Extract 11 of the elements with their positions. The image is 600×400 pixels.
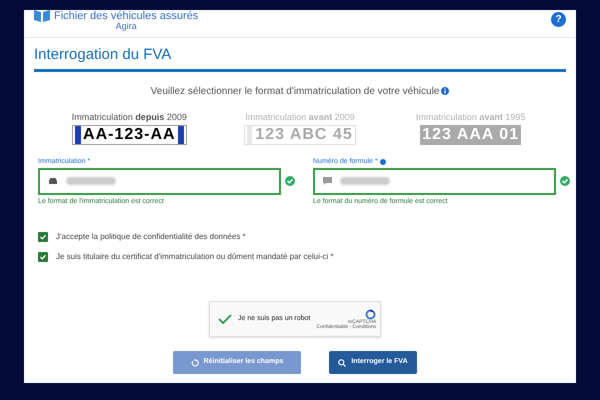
checkbox-label: Je suis titulaire du certificat d'immatriculation ou dûment mandaté par celui-ci *: [56, 251, 334, 263]
license-plate: 123 AAA 01: [420, 125, 522, 145]
license-plate: 123 ABC 45: [244, 125, 356, 145]
plate-format-option[interactable]: Immatriculation depuis 2009 AA-123-AA: [44, 110, 215, 145]
help-button[interactable]: ?: [551, 12, 566, 27]
license-plate: AA-123-AA: [72, 125, 187, 145]
section-title: Interrogation du FVA: [34, 44, 566, 72]
checkbox-label: J'accepte la politique de confidentialité des données *: [56, 231, 246, 243]
site-subtitle: Agira: [116, 22, 137, 31]
format-prompt: Veuillez sélectionner le format d'immatriculation de votre véhicule: [150, 84, 440, 98]
site-title: Fichier des véhicules assurés: [54, 10, 198, 22]
